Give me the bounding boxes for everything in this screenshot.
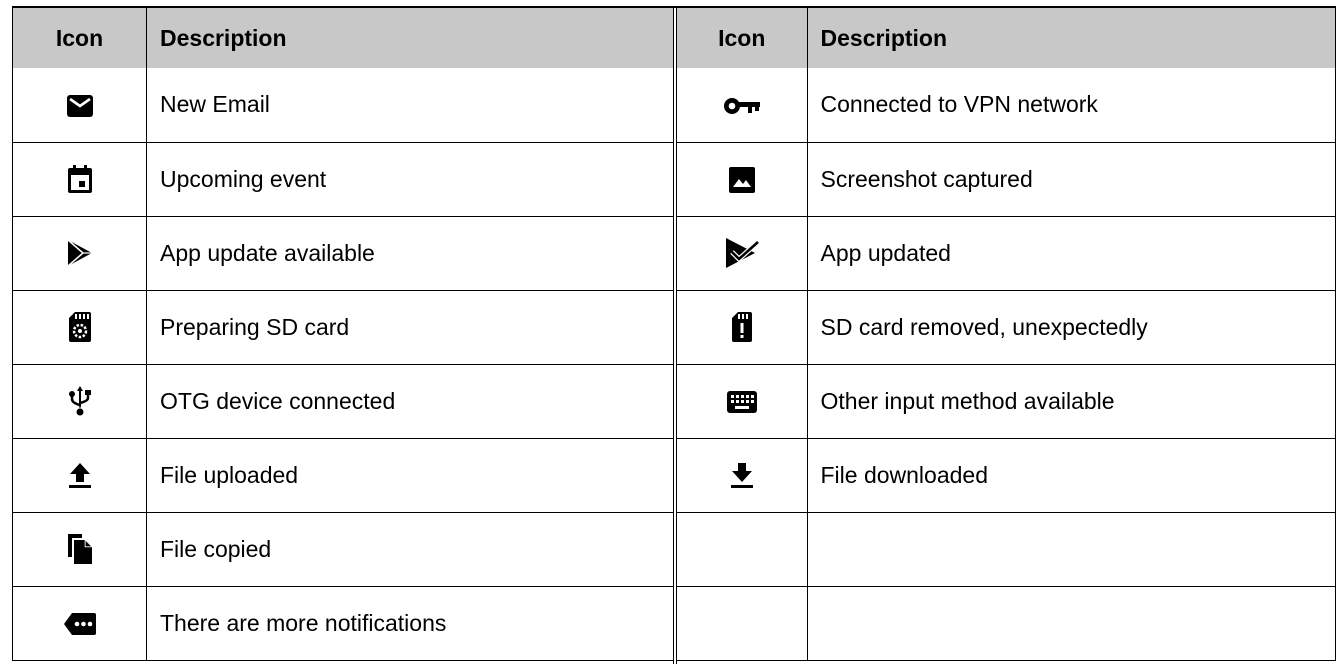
table-row: There are more notifications: [12, 585, 674, 661]
header-row: Icon Description: [677, 8, 1336, 68]
description-cell: File downloaded: [807, 437, 1336, 512]
icon-cell: [677, 511, 808, 586]
table-row: New Email: [12, 68, 674, 142]
description-cell: File copied: [146, 511, 674, 586]
header-row: Icon Description: [12, 8, 674, 68]
description-cell: Upcoming event: [146, 141, 674, 216]
keyboard-icon: [726, 391, 757, 414]
description-cell: [807, 511, 1336, 586]
play-store-check-icon: [725, 237, 759, 269]
icon-cell: [677, 215, 808, 290]
calendar-icon: [67, 165, 92, 194]
table-row: App update available: [12, 215, 674, 290]
description-cell: App update available: [146, 215, 674, 290]
icon-cell: [12, 363, 147, 438]
icon-cell: [677, 363, 808, 438]
table-row: Screenshot captured: [677, 141, 1336, 216]
description-cell: Preparing SD card: [146, 289, 674, 364]
table-row: Other input method available: [677, 363, 1336, 438]
right-table: Icon Description Connected to VPN networ…: [677, 8, 1336, 661]
image-icon: [728, 166, 755, 193]
icon-cell: [677, 68, 808, 142]
description-cell: OTG device connected: [146, 363, 674, 438]
icon-cell: [677, 289, 808, 364]
icon-cell: [12, 68, 147, 142]
table-row: [677, 585, 1336, 661]
email-icon: [66, 95, 93, 118]
table-row: Upcoming event: [12, 141, 674, 216]
icon-cell: [677, 585, 808, 661]
play-store-icon: [67, 239, 93, 268]
icon-cell: [12, 437, 147, 512]
table-row: File copied: [12, 511, 674, 586]
description-cell: SD card removed, unexpectedly: [807, 289, 1336, 364]
table-row: OTG device connected: [12, 363, 674, 438]
description-column-header: Description: [807, 8, 1336, 68]
table-row: App updated: [677, 215, 1336, 290]
icon-cell: [12, 289, 147, 364]
description-cell: Other input method available: [807, 363, 1336, 438]
description-cell: [807, 585, 1336, 661]
table-row: File uploaded: [12, 437, 674, 512]
table-row: Preparing SD card: [12, 289, 674, 364]
description-cell: Screenshot captured: [807, 141, 1336, 216]
icon-cell: [12, 511, 147, 586]
description-cell: There are more notifications: [146, 585, 674, 661]
icon-cell: [677, 141, 808, 216]
description-cell: New Email: [146, 68, 674, 142]
sd-card-settings-icon: [68, 312, 91, 342]
table-row: Connected to VPN network: [677, 68, 1336, 142]
description-cell: App updated: [807, 215, 1336, 290]
sd-card-alert-icon: [731, 312, 752, 342]
icon-column-header: Icon: [12, 8, 147, 68]
usb-icon: [68, 386, 91, 416]
table-row: File downloaded: [677, 437, 1336, 512]
upload-icon: [68, 462, 91, 489]
more-notifications-icon: [63, 613, 96, 636]
icon-cell: [12, 215, 147, 290]
left-table: Icon Description New Email Upcoming even…: [12, 8, 674, 661]
table-row: [677, 511, 1336, 586]
table-row: SD card removed, unexpectedly: [677, 289, 1336, 364]
icon-column-header: Icon: [677, 8, 808, 68]
notification-icons-table: Icon Description New Email Upcoming even…: [12, 6, 1336, 664]
icon-cell: [12, 585, 147, 661]
icon-cell: [12, 141, 147, 216]
download-icon: [730, 462, 753, 489]
description-column-header: Description: [146, 8, 674, 68]
vpn-key-icon: [723, 97, 760, 115]
file-copy-icon: [67, 534, 92, 564]
description-cell: File uploaded: [146, 437, 674, 512]
icon-cell: [677, 437, 808, 512]
description-cell: Connected to VPN network: [807, 68, 1336, 142]
